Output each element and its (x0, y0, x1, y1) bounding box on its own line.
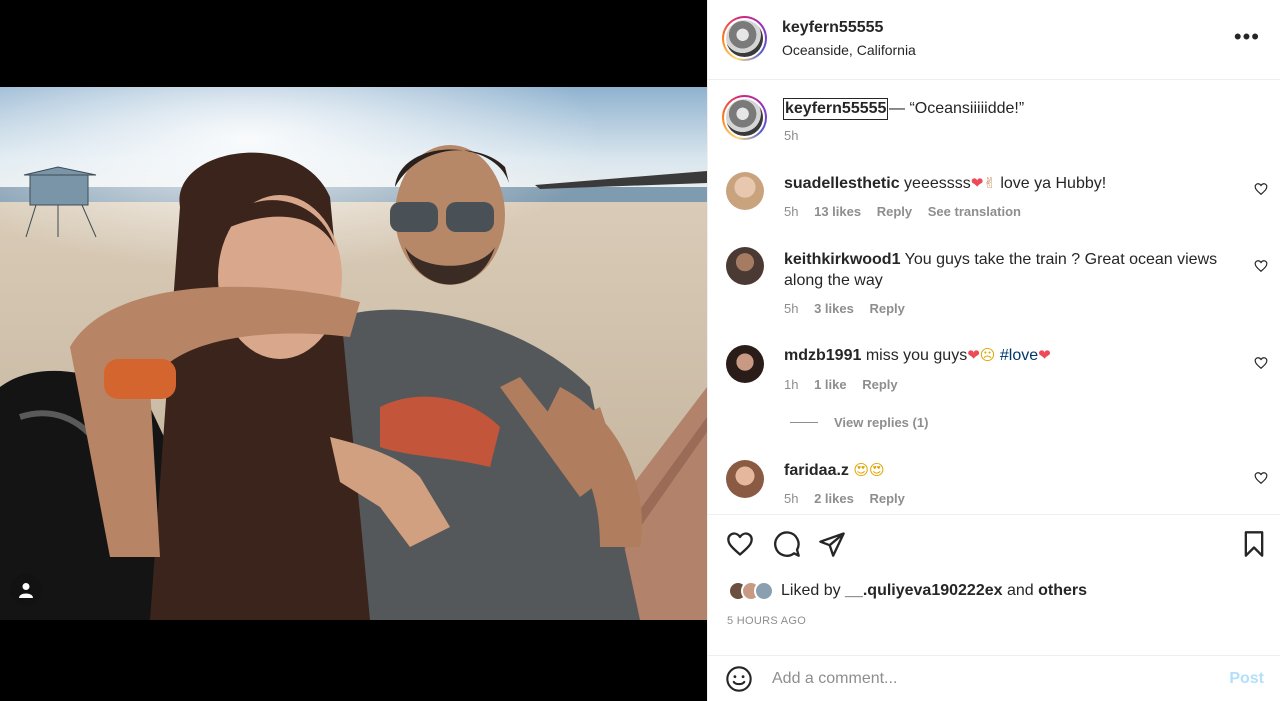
reply-button[interactable]: Reply (862, 377, 897, 392)
comment-emoji: ☹ (979, 346, 996, 364)
user-tag-icon (19, 583, 33, 598)
comment-time: 5h (784, 491, 799, 506)
reply-button[interactable]: Reply (877, 204, 912, 219)
commenter-avatar[interactable] (726, 460, 764, 498)
comment-icon[interactable] (773, 530, 801, 558)
post-timestamp[interactable]: 5 HOURS AGO (727, 615, 806, 627)
liker-username[interactable]: __.quliyeva190222ex (845, 582, 1002, 599)
view-replies-button[interactable]: View replies (1) (790, 415, 928, 430)
comment-emoji: ❤ (970, 174, 984, 192)
comment-composer: Post (708, 655, 1280, 701)
likes-prefix: Liked by (781, 582, 846, 599)
caption-avatar[interactable] (722, 95, 767, 140)
comment-meta: 5h 3 likes Reply (784, 301, 917, 316)
share-icon[interactable] (818, 530, 846, 558)
comment-like-icon[interactable] (1254, 259, 1268, 273)
comment-likes[interactable]: 2 likes (814, 491, 854, 506)
comment-emoji: ❤ (967, 346, 980, 364)
commenter-username[interactable]: keithkirkwood1 (784, 251, 900, 268)
commenter-username[interactable]: suadellesthetic (784, 175, 900, 192)
user-tag-button[interactable] (10, 574, 42, 606)
post-comment-button[interactable]: Post (1229, 670, 1264, 688)
commenter-avatar[interactable] (726, 172, 764, 210)
comment-time: 5h (784, 204, 799, 219)
view-replies-label: View replies (1) (834, 415, 929, 430)
likes-middle: and (1002, 582, 1039, 599)
reply-button[interactable]: Reply (869, 301, 904, 316)
comment-like-icon[interactable] (1254, 182, 1268, 196)
comment-text: mdzb1991 miss you guys❤☹ #love❤ (784, 345, 1224, 366)
comment-text: faridaa.z 😍😍 (784, 460, 1224, 481)
caption-username[interactable]: keyfern55555 (783, 98, 889, 120)
post-location[interactable]: Oceanside, California (782, 42, 916, 58)
comment-body: love ya Hubby! (995, 175, 1107, 192)
comment-like-icon[interactable] (1254, 356, 1268, 370)
likes-others-link[interactable]: others (1038, 582, 1087, 599)
comment-emoji: 😍😍 (853, 461, 885, 479)
comment-emoji: ✌ (983, 174, 996, 192)
post-side-panel: keyfern55555 Oceanside, California ••• k… (707, 0, 1280, 701)
see-translation-button[interactable]: See translation (928, 204, 1021, 219)
caption-text: — “Oceansiiiiidde!” (889, 100, 1025, 117)
caption-time: 5h (784, 128, 799, 143)
comment-meta: 5h 13 likes Reply See translation (784, 204, 1033, 219)
divider (790, 422, 818, 423)
commenter-username[interactable]: mdzb1991 (784, 347, 861, 364)
comment-text: suadellesthetic yeeessss❤✌ love ya Hubby… (784, 173, 1224, 194)
comment-like-icon[interactable] (1254, 471, 1268, 485)
post-media (0, 0, 707, 701)
comment-likes[interactable]: 13 likes (814, 204, 861, 219)
comment-meta: 1h 1 like Reply (784, 377, 910, 392)
commenter-avatar[interactable] (726, 247, 764, 285)
hashtag-link[interactable]: #love (1000, 347, 1038, 364)
bookmark-icon[interactable] (1240, 530, 1268, 558)
liker-avatar[interactable] (754, 581, 774, 601)
comment-text: keithkirkwood1 You guys take the train ?… (784, 249, 1224, 291)
post-photo[interactable] (0, 87, 707, 620)
comment-meta: 5h 2 likes Reply (784, 491, 917, 506)
comment-body: miss you guys (861, 347, 968, 364)
comment-likes[interactable]: 1 like (814, 377, 847, 392)
emoji-icon[interactable] (725, 665, 753, 693)
reply-button[interactable]: Reply (869, 491, 904, 506)
comments-list[interactable]: keyfern55555 — “Oceansiiiiidde!” 5h suad… (708, 80, 1280, 515)
comment-emoji: ❤ (1038, 346, 1051, 364)
commenter-avatar[interactable] (726, 345, 764, 383)
post-header: keyfern55555 Oceanside, California ••• (708, 0, 1280, 80)
author-username[interactable]: keyfern55555 (782, 19, 883, 37)
comment-time: 5h (784, 301, 799, 316)
comment-body: yeeessss (899, 175, 971, 192)
commenter-username[interactable]: faridaa.z (784, 462, 849, 479)
comment-input[interactable] (772, 668, 1212, 690)
likes-text: Liked by __.quliyeva190222ex and others (781, 582, 1087, 600)
more-options-button[interactable]: ••• (1234, 26, 1260, 48)
action-bar (708, 516, 1280, 576)
heart-icon[interactable] (726, 530, 754, 558)
comment-time: 1h (784, 377, 799, 392)
author-avatar[interactable] (722, 16, 767, 61)
likes-summary: Liked by __.quliyeva190222ex and others (728, 578, 1087, 604)
comment-likes[interactable]: 3 likes (814, 301, 854, 316)
more-horizontal-icon: ••• (1233, 24, 1260, 49)
